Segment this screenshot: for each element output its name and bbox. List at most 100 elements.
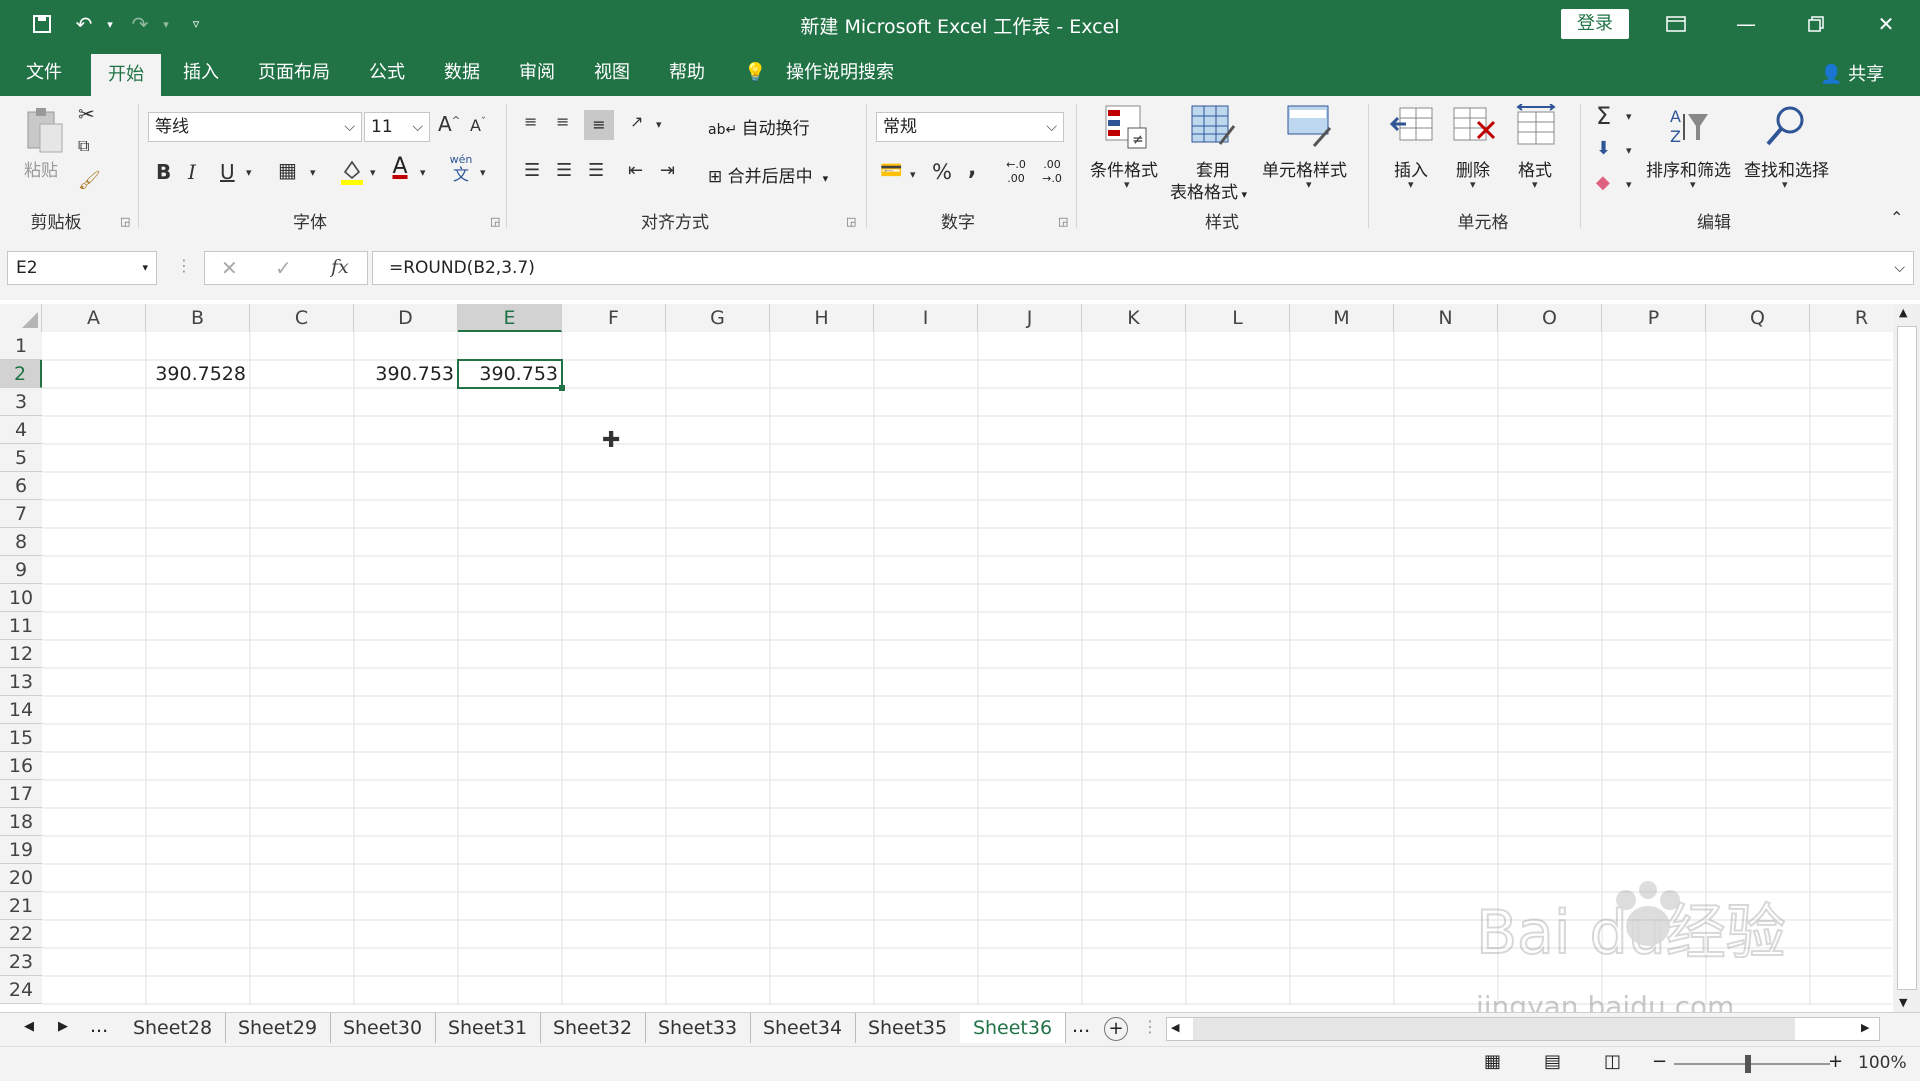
row-header-16[interactable]: 16 — [0, 752, 42, 780]
row-header-5[interactable]: 5 — [0, 444, 42, 472]
font-color-button[interactable]: A — [388, 154, 412, 186]
zoom-level[interactable]: 100% — [1858, 1053, 1907, 1073]
column-header-i[interactable]: I — [874, 304, 978, 332]
formula-input[interactable]: =ROUND(B2,3.7) ⌵ — [372, 251, 1914, 285]
borders-icon[interactable]: ▦ — [278, 158, 297, 182]
scroll-up-icon[interactable]: ▲ — [1899, 306, 1907, 319]
find-select-icon[interactable] — [1764, 104, 1812, 152]
format-as-table-label[interactable]: 表格格式 ▾ — [1170, 178, 1247, 203]
row-header-23[interactable]: 23 — [0, 948, 42, 976]
row-header-21[interactable]: 21 — [0, 892, 42, 920]
row-header-20[interactable]: 20 — [0, 864, 42, 892]
cell-b2[interactable]: 390.7528 — [146, 360, 250, 388]
horizontal-scroll-thumb[interactable] — [1193, 1018, 1795, 1040]
align-middle-icon[interactable]: ≡ — [556, 112, 569, 131]
number-launcher-icon[interactable]: ◲ — [1058, 215, 1068, 228]
page-break-view-icon[interactable]: ◫ — [1604, 1051, 1621, 1072]
sort-filter-icon[interactable]: AZ — [1666, 104, 1714, 152]
row-header-24[interactable]: 24 — [0, 976, 42, 1004]
share-button[interactable]: 👤 共享 — [1820, 60, 1884, 86]
phonetic-guide-button[interactable]: wén 文 — [446, 154, 476, 188]
chevron-down-icon[interactable]: ▾ — [1124, 178, 1130, 191]
font-name-select[interactable]: 等线 ⌵ — [148, 112, 362, 142]
chevron-down-icon[interactable]: ▾ — [246, 166, 252, 179]
tab-view[interactable]: 视图 — [594, 60, 630, 86]
scroll-left-icon[interactable]: ◀ — [1171, 1021, 1179, 1034]
chevron-down-icon[interactable]: ▾ — [310, 166, 316, 179]
chevron-down-icon[interactable]: ▾ — [1626, 178, 1632, 191]
fill-color-icon[interactable] — [340, 158, 364, 186]
cell-styles-label[interactable]: 单元格样式 — [1262, 156, 1347, 181]
chevron-down-icon[interactable]: ▾ — [1626, 110, 1632, 123]
column-header-p[interactable]: P — [1602, 304, 1706, 332]
row-header-19[interactable]: 19 — [0, 836, 42, 864]
row-header-10[interactable]: 10 — [0, 584, 42, 612]
chevron-down-icon[interactable]: ▾ — [420, 166, 426, 179]
format-as-table-icon[interactable] — [1190, 104, 1238, 152]
sort-filter-label[interactable]: 排序和筛选 — [1646, 156, 1731, 181]
sheet-tab-sheet29[interactable]: Sheet29 — [225, 1013, 331, 1043]
chevron-down-icon[interactable]: ▾ — [1532, 178, 1538, 191]
sheet-tab-sheet32[interactable]: Sheet32 — [540, 1013, 646, 1043]
underline-button[interactable]: U — [220, 160, 235, 184]
column-header-d[interactable]: D — [354, 304, 458, 332]
sheet-tab-sheet34[interactable]: Sheet34 — [750, 1013, 856, 1043]
column-header-m[interactable]: M — [1290, 304, 1394, 332]
scroll-down-icon[interactable]: ▼ — [1899, 996, 1907, 1009]
minimize-icon[interactable]: — — [1724, 8, 1768, 40]
add-sheet-button[interactable]: + — [1104, 1017, 1128, 1041]
cut-icon[interactable]: ✂ — [78, 102, 95, 126]
close-icon[interactable]: ✕ — [1864, 8, 1908, 40]
save-icon[interactable] — [28, 10, 56, 38]
delete-cells-icon[interactable] — [1452, 104, 1500, 152]
row-header-1[interactable]: 1 — [0, 332, 42, 360]
column-header-j[interactable]: J — [978, 304, 1082, 332]
page-layout-view-icon[interactable]: ▤ — [1544, 1051, 1561, 1072]
paste-icon[interactable] — [22, 106, 70, 154]
copy-icon[interactable]: ⧉ — [78, 136, 89, 156]
orientation-icon[interactable]: ↗ — [630, 112, 643, 131]
align-left-icon[interactable]: ☰ — [524, 160, 540, 181]
row-header-15[interactable]: 15 — [0, 724, 42, 752]
bold-button[interactable]: B — [156, 160, 171, 184]
redo-dropdown-icon[interactable]: ▾ — [152, 10, 180, 38]
sheet-tab-sheet30[interactable]: Sheet30 — [330, 1013, 436, 1043]
increase-decimal-button[interactable]: ←.0 .00 — [1000, 158, 1032, 190]
zoom-slider[interactable] — [1674, 1063, 1830, 1065]
column-header-a[interactable]: A — [42, 304, 146, 332]
row-header-9[interactable]: 9 — [0, 556, 42, 584]
ribbon-display-icon[interactable] — [1654, 8, 1698, 40]
wrap-text-button[interactable]: ab↵ 自动换行 — [708, 114, 810, 139]
select-all-corner[interactable] — [0, 304, 42, 332]
percent-style-button[interactable]: % — [932, 160, 952, 184]
horizontal-scrollbar[interactable]: ◀ ▶ — [1166, 1017, 1880, 1041]
font-size-select[interactable]: 11 ⌵ — [364, 112, 430, 142]
vertical-scroll-thumb[interactable] — [1897, 326, 1917, 990]
tab-data[interactable]: 数据 — [444, 60, 480, 86]
decrease-decimal-button[interactable]: .00 →.0 — [1036, 158, 1068, 190]
chevron-down-icon[interactable]: ▾ — [1408, 178, 1414, 191]
comma-style-button[interactable]: , — [968, 156, 976, 181]
column-header-c[interactable]: C — [250, 304, 354, 332]
collapse-ribbon-icon[interactable]: ⌃ — [1890, 208, 1903, 227]
row-header-4[interactable]: 4 — [0, 416, 42, 444]
column-header-o[interactable]: O — [1498, 304, 1602, 332]
column-header-e[interactable]: E — [458, 304, 562, 332]
format-cells-icon[interactable] — [1514, 103, 1562, 152]
tell-me-search[interactable]: 操作说明搜索 — [786, 60, 894, 86]
accounting-format-icon[interactable]: 💳 — [880, 160, 902, 181]
chevron-down-icon[interactable]: ▾ — [480, 166, 486, 179]
tab-file[interactable]: 文件 — [26, 60, 62, 86]
redo-icon[interactable]: ↷ — [126, 10, 154, 38]
zoom-out-icon[interactable]: − — [1652, 1051, 1667, 1072]
row-header-18[interactable]: 18 — [0, 808, 42, 836]
align-right-icon[interactable]: ☰ — [588, 160, 604, 181]
cancel-icon[interactable]: ✕ — [221, 256, 238, 280]
column-header-l[interactable]: L — [1186, 304, 1290, 332]
column-header-f[interactable]: F — [562, 304, 666, 332]
more-sheets-left[interactable]: ... — [90, 1015, 108, 1037]
undo-dropdown-icon[interactable]: ▾ — [96, 10, 124, 38]
cell-d2[interactable]: 390.753 — [354, 360, 458, 388]
increase-indent-icon[interactable]: ⇥ — [660, 160, 675, 181]
column-header-k[interactable]: K — [1082, 304, 1186, 332]
